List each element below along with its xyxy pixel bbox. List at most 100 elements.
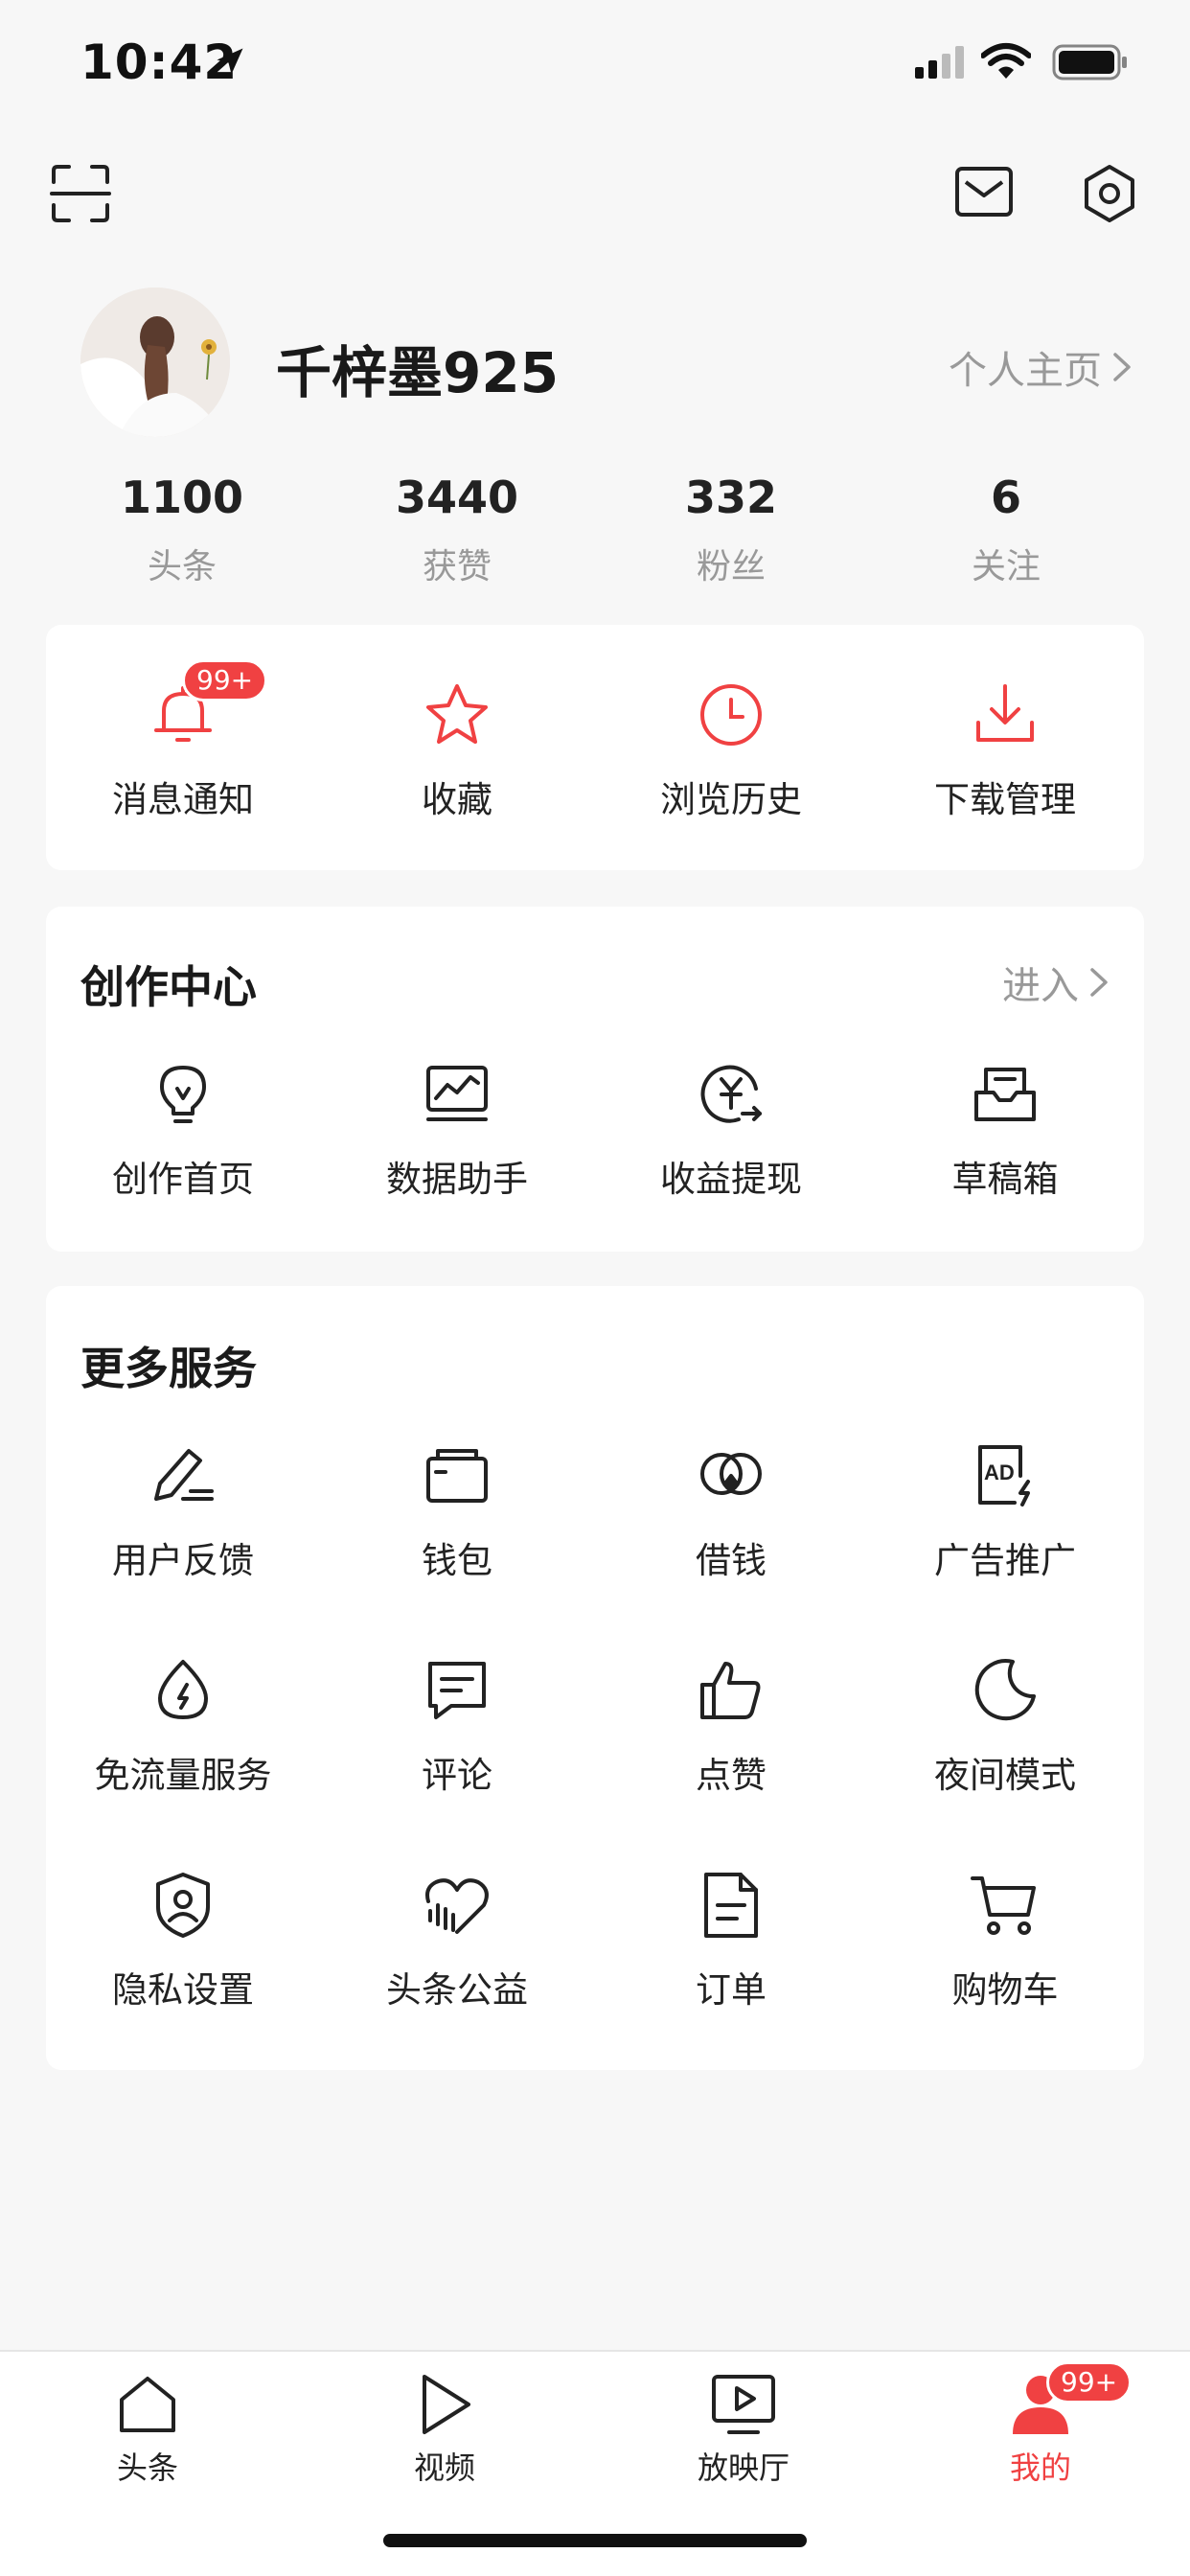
creation-item-data[interactable]: 数据助手 [320, 1060, 594, 1202]
service-item-cart[interactable]: 购物车 [868, 1871, 1142, 2012]
screen-play-icon [710, 2371, 777, 2438]
quick-item-history[interactable]: 浏览历史 [594, 680, 868, 822]
service-item-label: 评论 [422, 1755, 492, 1796]
creation-item-drafts[interactable]: 草稿箱 [868, 1060, 1142, 1202]
tab-label: 放映厅 [697, 2450, 790, 2486]
lightbulb-icon [149, 1060, 217, 1129]
stat-label: 粉丝 [696, 547, 766, 586]
service-item-privacy[interactable]: 隐私设置 [46, 1871, 320, 2012]
creation-item-home[interactable]: 创作首页 [46, 1060, 320, 1202]
service-item-ads[interactable]: AD 广告推广 [868, 1441, 1142, 1583]
creation-item-label: 创作首页 [112, 1159, 254, 1200]
quick-item-favorites[interactable]: 收藏 [320, 680, 594, 822]
privacy-shield-icon [149, 1871, 217, 1940]
homepage-label: 个人主页 [949, 349, 1102, 393]
service-item-label: 广告推广 [934, 1540, 1076, 1581]
download-icon [971, 680, 1040, 749]
creation-item-label: 草稿箱 [951, 1159, 1059, 1200]
service-item-likes[interactable]: 点赞 [594, 1656, 868, 1798]
more-services-card: 更多服务 用户反馈 钱包 借钱 AD 广告推广 免流量服务 评论 点赞 夜间模式… [46, 1286, 1144, 2070]
quick-actions-card: 消息通知 99+ 收藏 浏览历史 下载管理 [46, 625, 1144, 870]
creation-item-label: 数据助手 [386, 1159, 528, 1200]
draft-box-icon [971, 1060, 1040, 1129]
enter-label: 进入 [1002, 964, 1079, 1008]
clock-icon [697, 680, 766, 749]
creation-enter-link[interactable]: 进入 [1002, 954, 1110, 1010]
play-icon [411, 2371, 478, 2438]
tab-label: 我的 [1009, 2450, 1071, 2486]
quick-item-label: 下载管理 [934, 779, 1076, 820]
service-item-wallet[interactable]: 钱包 [320, 1441, 594, 1583]
moon-icon [971, 1656, 1040, 1725]
wifi-icon [981, 42, 1031, 80]
cellular-signal-icon [915, 46, 965, 79]
stat-value: 1100 [120, 472, 244, 523]
tab-mine-count-badge: 99+ [1046, 2361, 1133, 2404]
notification-count-badge: 99+ [182, 659, 268, 702]
svg-text:AD: AD [984, 1460, 1015, 1484]
creation-center-title: 创作中心 [80, 961, 257, 1013]
service-item-comments[interactable]: 评论 [320, 1656, 594, 1798]
chevron-right-icon [1088, 966, 1110, 999]
loan-icon [697, 1441, 766, 1510]
charity-heart-icon [423, 1871, 492, 1940]
stat-following[interactable]: 6 关注 [891, 472, 1121, 588]
service-item-charity[interactable]: 头条公益 [320, 1871, 594, 2012]
stat-toutiao[interactable]: 1100 头条 [67, 472, 297, 588]
service-item-data-free[interactable]: 免流量服务 [46, 1656, 320, 1798]
stat-likes[interactable]: 3440 获赞 [342, 472, 572, 588]
home-indicator[interactable] [383, 2534, 807, 2547]
more-services-title: 更多服务 [80, 1343, 257, 1394]
service-item-label: 钱包 [422, 1540, 492, 1581]
service-item-label: 夜间模式 [934, 1755, 1076, 1796]
stat-label: 获赞 [422, 547, 492, 586]
service-item-orders[interactable]: 订单 [594, 1871, 868, 2012]
chart-monitor-icon [423, 1060, 492, 1129]
battery-icon [1052, 44, 1129, 80]
quick-item-label: 消息通知 [112, 779, 254, 820]
quick-item-label: 收藏 [422, 779, 492, 820]
location-arrow-icon [213, 44, 247, 79]
tab-toutiao[interactable]: 头条 [61, 2371, 234, 2488]
creation-center-card: 创作中心 进入 创作首页 数据助手 收益提现 草稿箱 [46, 907, 1144, 1252]
service-item-night-mode[interactable]: 夜间模式 [868, 1656, 1142, 1798]
wallet-icon [423, 1441, 492, 1510]
stat-followers[interactable]: 332 粉丝 [616, 472, 846, 588]
service-item-loan[interactable]: 借钱 [594, 1441, 868, 1583]
order-doc-icon [697, 1871, 766, 1940]
chevron-right-icon [1111, 351, 1133, 383]
scan-icon[interactable] [50, 163, 111, 224]
mail-icon[interactable] [954, 165, 1014, 218]
comment-icon [423, 1656, 492, 1725]
stat-value: 3440 [395, 472, 519, 523]
tab-label: 头条 [116, 2450, 178, 2486]
service-item-label: 借钱 [696, 1540, 767, 1581]
thumbs-up-icon [697, 1656, 766, 1725]
ad-icon: AD [971, 1441, 1040, 1510]
data-free-icon [149, 1656, 217, 1725]
service-item-label: 用户反馈 [112, 1540, 254, 1581]
home-icon [114, 2371, 181, 2438]
star-icon [423, 680, 492, 749]
service-item-label: 免流量服务 [94, 1755, 272, 1796]
stat-value: 6 [990, 472, 1021, 523]
service-item-label: 点赞 [696, 1755, 767, 1796]
cart-icon [971, 1871, 1040, 1940]
settings-gear-icon[interactable] [1079, 163, 1140, 224]
stat-label: 关注 [971, 547, 1041, 586]
service-item-label: 订单 [696, 1969, 767, 2011]
tab-label: 视频 [413, 2450, 475, 2486]
service-item-feedback[interactable]: 用户反馈 [46, 1441, 320, 1583]
personal-homepage-link[interactable]: 个人主页 [949, 339, 1133, 395]
creation-item-earnings[interactable]: 收益提现 [594, 1060, 868, 1202]
tab-video[interactable]: 视频 [358, 2371, 531, 2488]
quick-item-notifications[interactable]: 消息通知 99+ [46, 659, 320, 822]
username: 千梓墨925 [276, 340, 560, 405]
service-item-label: 隐私设置 [112, 1969, 254, 2011]
avatar[interactable] [80, 288, 230, 437]
pen-feedback-icon [149, 1441, 217, 1510]
tab-mine[interactable]: 我的 99+ [954, 2361, 1133, 2488]
status-bar: 10:42 [0, 0, 1190, 134]
tab-theater[interactable]: 放映厅 [657, 2371, 830, 2488]
quick-item-downloads[interactable]: 下载管理 [868, 680, 1142, 822]
